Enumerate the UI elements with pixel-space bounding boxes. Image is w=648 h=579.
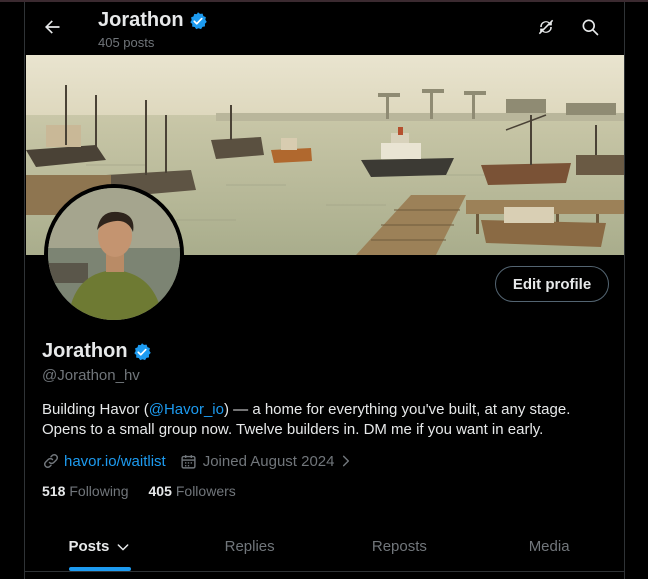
link-icon [43, 453, 59, 469]
following-label: Following [69, 483, 129, 499]
profile-avatar[interactable] [44, 184, 184, 324]
tab-reposts-label: Reposts [371, 538, 427, 555]
tab-posts-label: Posts [68, 538, 110, 555]
tab-reposts[interactable]: Reposts [325, 522, 475, 571]
back-arrow-icon [45, 20, 60, 34]
tab-replies-label: Replies [224, 538, 275, 555]
refresh-button[interactable] [531, 12, 561, 42]
posts-dropdown[interactable] [115, 539, 131, 555]
tab-posts[interactable]: Posts [25, 522, 175, 571]
left-gutter [0, 2, 24, 579]
chevron-down-icon [117, 543, 129, 550]
search-button[interactable] [575, 12, 605, 42]
active-tab-indicator [68, 567, 131, 571]
tab-media[interactable]: Media [474, 522, 624, 571]
edit-profile-button[interactable]: Edit profile [495, 266, 609, 302]
profile-column: Jorathon 405 posts Edit profile Jorathon… [24, 2, 625, 579]
bio-mention-link[interactable]: @Havor_io [149, 401, 224, 418]
following-link[interactable]: 518 Following [42, 483, 129, 499]
chevron-right-icon [342, 455, 349, 467]
joined-date[interactable]: Joined August 2024 [203, 453, 335, 470]
calendar-icon [181, 454, 196, 469]
back-button[interactable] [35, 10, 69, 44]
header-name-text: Jorathon [98, 9, 184, 31]
profile-bio: Building Havor (@Havor_io) — a home for … [42, 400, 602, 440]
following-count: 518 [42, 483, 66, 499]
calendar-icon-wrap [180, 453, 197, 470]
verified-badge-icon [189, 11, 207, 29]
refresh-icon [538, 19, 554, 35]
profile-handle: @Jorathon_hv [42, 367, 140, 384]
tab-replies[interactable]: Replies [175, 522, 325, 571]
bio-text-start: Building Havor ( [42, 401, 149, 418]
right-gutter [625, 2, 648, 579]
display-name-text: Jorathon [42, 340, 128, 362]
header-posts-count: 405 posts [98, 35, 155, 50]
followers-count: 405 [148, 483, 172, 499]
display-name: Jorathon [42, 340, 152, 363]
followers-link[interactable]: 405 Followers [149, 483, 236, 499]
profile-meta: havor.io/waitlist Joined August 2024 [42, 450, 353, 472]
profile-tabs: Posts Replies Reposts Media [25, 522, 624, 572]
tab-media-label: Media [528, 538, 570, 555]
joined-chevron[interactable] [339, 454, 353, 468]
website-link[interactable]: havor.io/waitlist [64, 453, 166, 470]
followers-label: Followers [175, 483, 236, 499]
verified-badge-icon[interactable] [132, 342, 152, 362]
avatar-portrait [48, 188, 180, 320]
follow-stats: 518 Following 405 Followers [42, 483, 236, 499]
search-icon [582, 19, 599, 36]
header-title: Jorathon [98, 9, 208, 32]
profile-header: Jorathon 405 posts [25, 2, 624, 55]
